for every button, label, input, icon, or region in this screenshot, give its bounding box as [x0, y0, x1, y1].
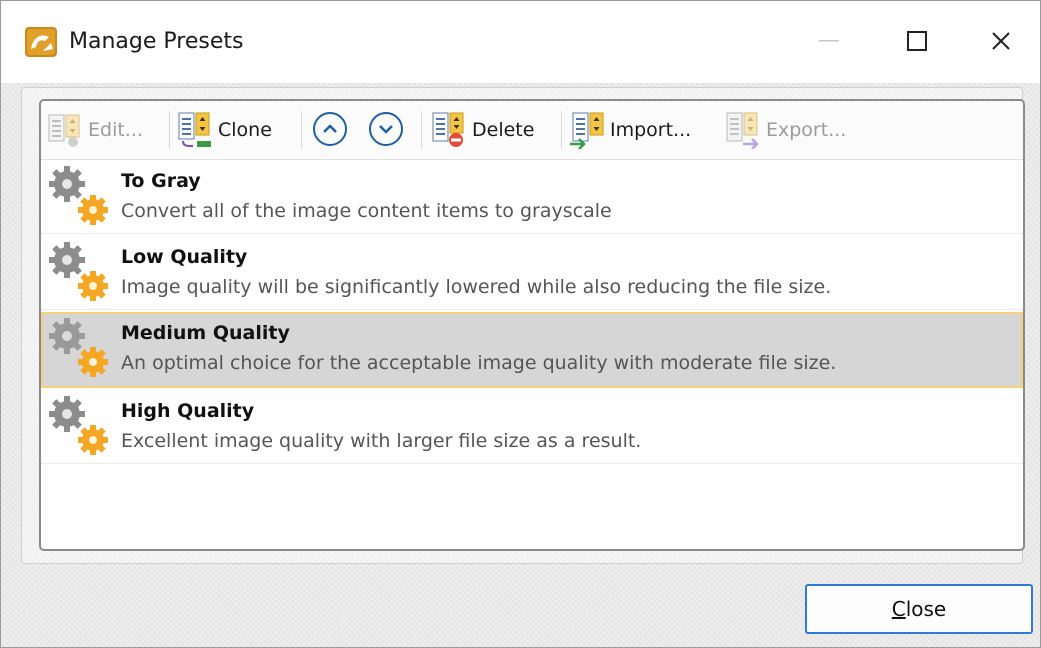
preset-description: Image quality will be significantly lowe… — [121, 276, 832, 298]
toolbar-separator — [169, 111, 170, 149]
minimize-icon — [819, 40, 839, 42]
edit-label: Edit... — [88, 119, 143, 141]
preset-row-high-quality[interactable]: High Quality Excellent image quality wit… — [41, 390, 1023, 464]
toolbar-separator — [301, 111, 302, 149]
toolbar-separator — [421, 111, 422, 149]
presets-toolbar: Edit... Clone Delete Import... Export... — [41, 101, 1023, 160]
edit-button[interactable]: Edit... — [47, 107, 143, 153]
clone-button[interactable]: Clone — [177, 107, 272, 153]
delete-button[interactable]: Delete — [431, 107, 534, 153]
gears-icon — [49, 318, 108, 377]
clone-preset-icon — [178, 112, 211, 147]
preset-row-medium-quality[interactable]: Medium Quality An optimal choice for the… — [41, 312, 1023, 388]
delete-preset-icon — [432, 112, 464, 147]
close-icon — [992, 32, 1010, 50]
preset-row-to-gray[interactable]: To Gray Convert all of the image content… — [41, 160, 1023, 234]
toolbar-separator — [561, 111, 562, 149]
title-bar: Manage Presets — [1, 1, 1040, 83]
preset-description: An optimal choice for the acceptable ima… — [121, 352, 837, 374]
minimize-button[interactable] — [789, 13, 869, 69]
chevron-up-icon — [323, 124, 337, 133]
maximize-icon — [907, 31, 927, 51]
import-preset-icon — [570, 112, 604, 149]
presets-container: Edit... Clone Delete Import... Export...… — [39, 99, 1025, 551]
move-down-button[interactable] — [369, 112, 403, 146]
preset-title: Low Quality — [121, 246, 248, 268]
export-button[interactable]: Export... — [725, 107, 846, 153]
chevron-down-icon — [379, 125, 393, 134]
gears-icon — [49, 396, 108, 455]
clone-label: Clone — [218, 119, 272, 141]
close-button[interactable]: Close — [805, 584, 1033, 634]
manage-presets-dialog: Manage Presets Edit... Clone Delete Impo… — [0, 0, 1041, 648]
close-label: lose — [905, 597, 947, 621]
preset-title: To Gray — [121, 170, 201, 192]
window-title: Manage Presets — [69, 29, 244, 54]
maximize-button[interactable] — [877, 13, 957, 69]
preset-description: Excellent image quality with larger file… — [121, 430, 642, 452]
app-logo-icon — [25, 27, 57, 57]
import-button[interactable]: Import... — [569, 107, 691, 153]
delete-label: Delete — [472, 119, 535, 141]
edit-preset-icon — [48, 114, 80, 147]
preset-row-low-quality[interactable]: Low Quality Image quality will be signif… — [41, 236, 1023, 310]
close-mnemonic: C — [891, 597, 906, 621]
gears-icon — [49, 166, 108, 225]
preset-description: Convert all of the image content items t… — [121, 200, 612, 222]
preset-title: High Quality — [121, 400, 255, 422]
export-preset-icon — [726, 112, 759, 149]
move-up-button[interactable] — [313, 112, 347, 146]
close-window-button[interactable] — [961, 13, 1041, 69]
import-label: Import... — [610, 119, 692, 141]
gears-icon — [49, 242, 108, 301]
preset-title: Medium Quality — [121, 322, 290, 344]
export-label: Export... — [766, 119, 847, 141]
